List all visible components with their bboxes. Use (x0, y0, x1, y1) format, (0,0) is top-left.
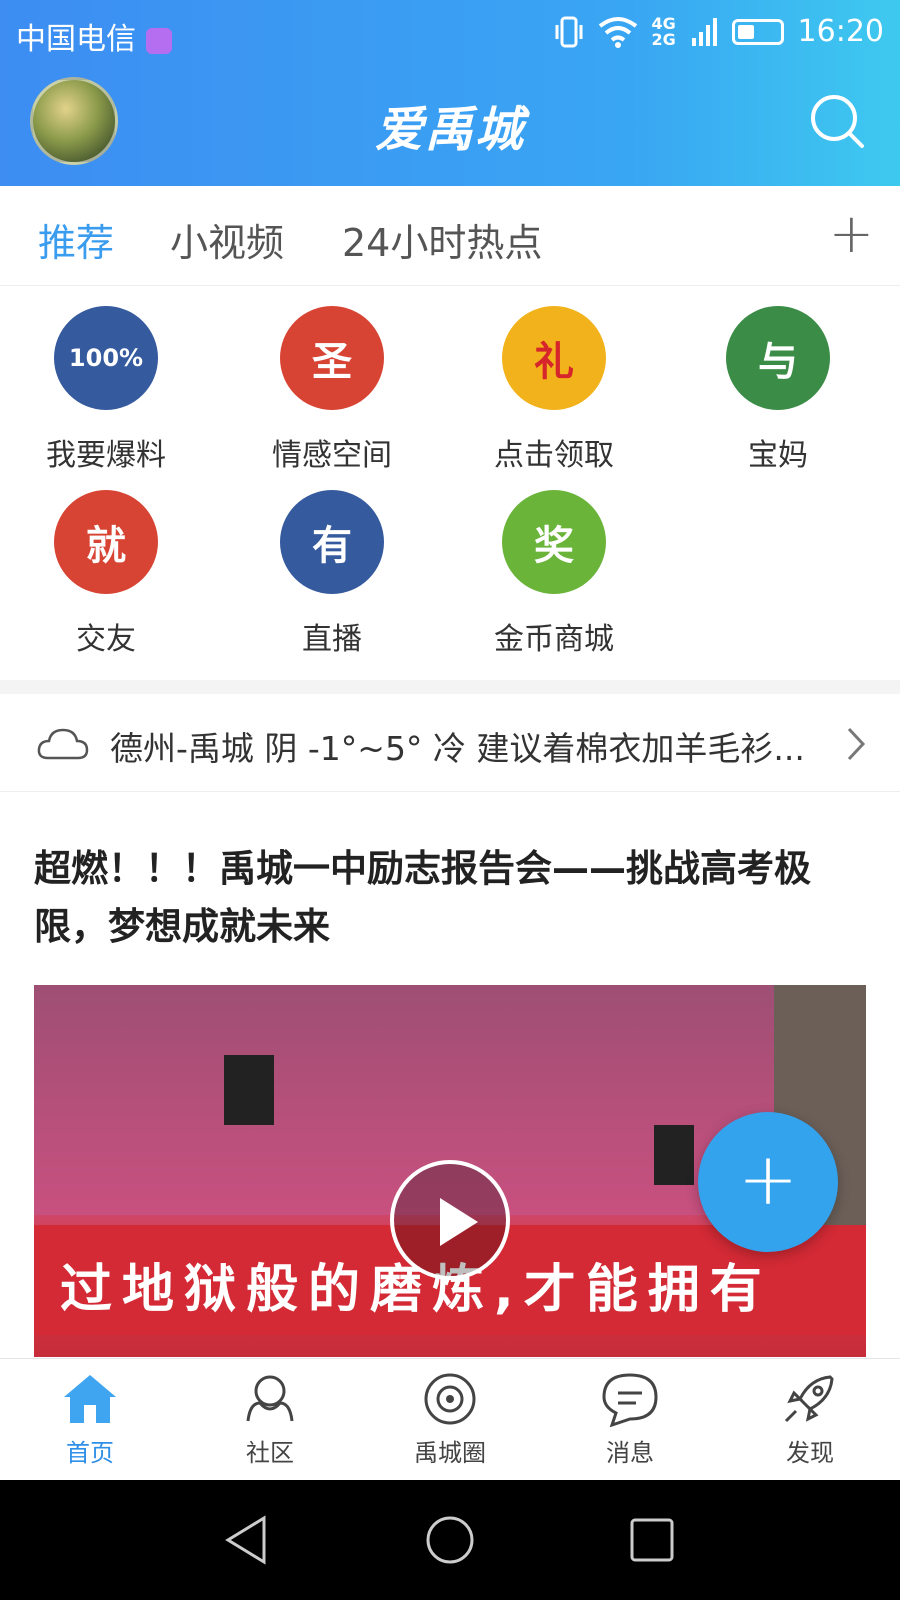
network-type: 4G 2G (651, 13, 676, 49)
tab-24h-hot[interactable]: 24小时热点 (342, 212, 542, 267)
status-bar: 中国电信 4G 2G 16:20 (0, 0, 900, 62)
back-icon[interactable] (222, 1514, 272, 1566)
nav-label: 发现 (786, 1439, 834, 1467)
emotion-icon: 圣 (280, 306, 384, 410)
nav-community[interactable]: 社区 (210, 1371, 330, 1468)
tab-short-video[interactable]: 小视频 (170, 212, 284, 267)
nav-label: 社区 (246, 1439, 294, 1467)
nav-label: 消息 (606, 1439, 654, 1467)
signal-icon (691, 17, 717, 46)
shortcut-label: 情感空间 (272, 438, 392, 473)
clock: 16:20 (797, 14, 884, 49)
carrier-label: 中国电信 (16, 22, 136, 57)
channel-tabs: 推荐 小视频 24小时热点 + (0, 186, 900, 286)
app-header: 爱禹城 (0, 62, 900, 186)
shortcut-live[interactable]: 有 直播 (252, 490, 412, 658)
wifi-icon (598, 16, 637, 48)
carrier-name: 中国电信 (16, 14, 172, 58)
friends-icon: 就 (54, 490, 158, 594)
gift-icon: 礼 (502, 306, 606, 410)
cloud-icon (37, 728, 89, 760)
nav-label: 禹城圈 (414, 1439, 486, 1467)
nav-circle[interactable]: 禹城圈 (390, 1371, 510, 1468)
app-logo: 爱禹城 (374, 102, 525, 158)
vibrate-icon (555, 16, 583, 47)
recents-icon[interactable] (628, 1516, 676, 1564)
tab-recommend[interactable]: 推荐 (38, 212, 114, 267)
gallery-badge-icon (146, 27, 172, 54)
play-icon[interactable] (390, 1160, 510, 1280)
shortcut-mom[interactable]: 与 宝妈 (698, 306, 858, 474)
shortcut-emotion[interactable]: 圣 情感空间 (252, 306, 412, 474)
speaker-right (654, 1125, 694, 1185)
status-indicators: 4G 2G 16:20 (554, 14, 884, 49)
nav-discover[interactable]: 发现 (750, 1371, 870, 1468)
bottom-nav: 首页 社区 禹城圈 消息 发现 (0, 1358, 900, 1480)
shortcut-label: 点击领取 (494, 438, 614, 473)
weather-bar[interactable]: 德州-禹城 阴 -1°~5° 冷 建议着棉衣加羊毛衫... (0, 696, 900, 792)
system-nav-bar (0, 1480, 900, 1600)
shortcut-label: 直播 (302, 622, 362, 657)
article-title[interactable]: 超燃！！！禹城一中励志报告会——挑战高考极限，梦想成就未来 (34, 840, 866, 956)
nav-messages[interactable]: 消息 (570, 1371, 690, 1468)
circle-icon (424, 1373, 476, 1425)
report-icon: 100% (54, 306, 158, 410)
message-icon (602, 1373, 658, 1428)
weather-text: 德州-禹城 阴 -1°~5° 冷 建议着棉衣加羊毛衫... (110, 729, 805, 768)
nav-label: 首页 (66, 1439, 114, 1467)
add-channel-button[interactable]: + (829, 202, 874, 265)
shortcut-label: 交友 (76, 622, 136, 657)
search-icon[interactable] (808, 92, 866, 150)
shortcut-report[interactable]: 100% 我要爆料 (26, 306, 186, 474)
shortcut-claim[interactable]: 礼 点击领取 (474, 306, 634, 474)
coin-mall-icon: 奖 (502, 490, 606, 594)
nav-home[interactable]: 首页 (30, 1371, 150, 1468)
community-icon (246, 1375, 294, 1422)
home-icon (64, 1375, 116, 1423)
shortcut-label: 宝妈 (748, 438, 808, 473)
shortcut-grid: 100% 我要爆料 圣 情感空间 礼 点击领取 与 宝妈 就 交友 有 直播 奖… (0, 296, 900, 676)
shortcut-label: 我要爆料 (46, 438, 166, 473)
mom-icon: 与 (726, 306, 830, 410)
publish-button[interactable]: + (698, 1112, 838, 1252)
battery-icon (731, 18, 784, 45)
shortcut-label: 金币商城 (494, 622, 614, 657)
shortcut-friends[interactable]: 就 交友 (26, 490, 186, 658)
speaker-left (224, 1055, 274, 1125)
rocket-icon (784, 1375, 834, 1423)
chevron-right-icon (847, 727, 866, 761)
shortcut-coin-mall[interactable]: 奖 金币商城 (474, 490, 634, 658)
home-nav-icon[interactable] (424, 1514, 476, 1566)
live-icon: 有 (280, 490, 384, 594)
section-divider (0, 680, 900, 694)
